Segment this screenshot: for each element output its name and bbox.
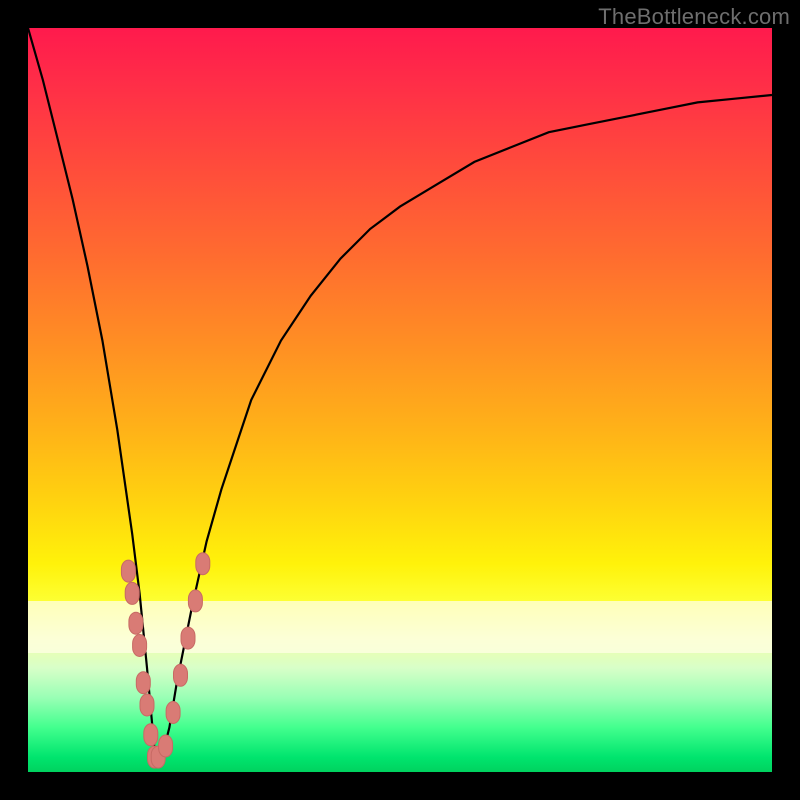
plot-area — [28, 28, 772, 772]
data-marker — [136, 672, 150, 694]
data-marker — [166, 702, 180, 724]
data-marker — [151, 746, 165, 768]
data-markers — [121, 553, 209, 768]
data-marker — [144, 724, 158, 746]
data-marker — [125, 582, 139, 604]
chart-frame: TheBottleneck.com — [0, 0, 800, 800]
data-marker — [196, 553, 210, 575]
data-marker — [140, 694, 154, 716]
data-marker — [121, 560, 135, 582]
data-marker — [133, 635, 147, 657]
pale-band — [28, 601, 772, 653]
data-marker — [188, 590, 202, 612]
curve-layer — [28, 28, 772, 772]
data-marker — [181, 627, 195, 649]
data-marker — [159, 735, 173, 757]
data-marker — [148, 746, 162, 768]
bottleneck-curve — [28, 28, 772, 757]
watermark-text: TheBottleneck.com — [598, 4, 790, 30]
data-marker — [129, 612, 143, 634]
data-marker — [174, 664, 188, 686]
